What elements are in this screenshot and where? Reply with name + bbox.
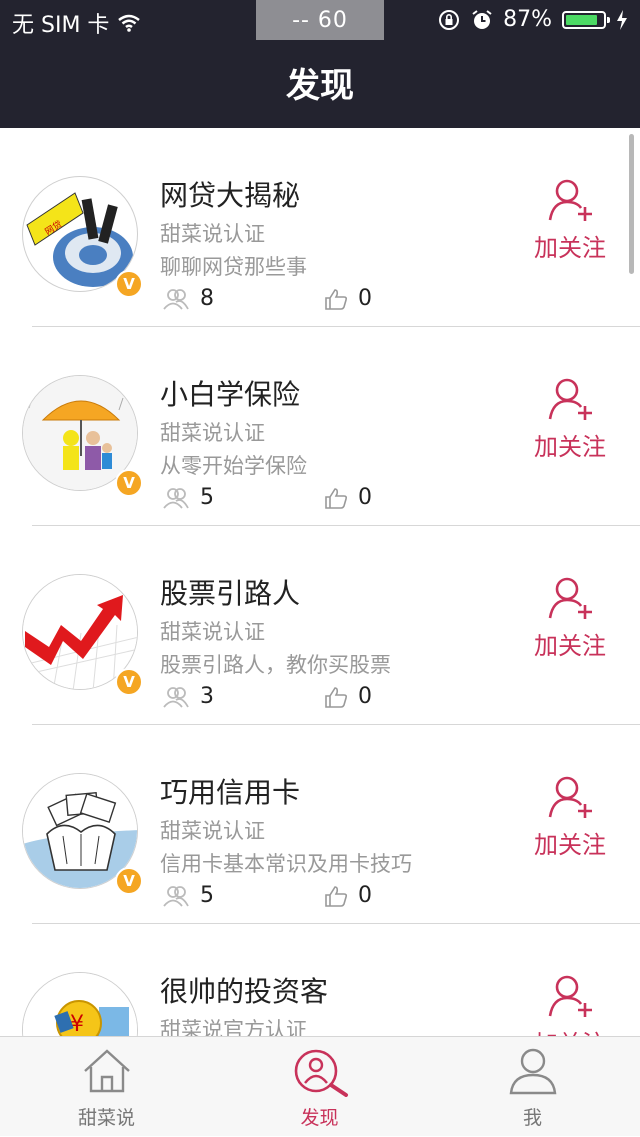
tab-label: 甜菜说: [77, 1107, 135, 1129]
follow-label: 加关注: [528, 1024, 612, 1036]
channel-certification: 甜菜说认证: [160, 421, 265, 445]
likes-value: 0: [358, 684, 372, 709]
fans-icon: [163, 487, 189, 509]
fans-count: 5: [162, 485, 214, 510]
status-left: 无 SIM 卡: [12, 7, 141, 39]
status-bar: 无 SIM 卡 -- 60 87%: [0, 0, 640, 40]
fans-icon: [163, 288, 189, 310]
verified-badge-icon: V: [115, 867, 143, 895]
add-user-icon: [548, 577, 592, 619]
thumbs-up-icon: [325, 885, 348, 907]
likes-count: 0: [324, 684, 372, 709]
status-center-indicator: -- 60: [256, 0, 384, 40]
add-user-icon: [548, 179, 592, 221]
add-user-icon: [548, 975, 592, 1017]
fans-value: 8: [200, 286, 214, 311]
fans-count: 3: [162, 684, 214, 709]
battery-percent: 87%: [503, 7, 552, 32]
follow-label: 加关注: [534, 433, 606, 461]
thumbs-up-icon: [325, 686, 348, 708]
channel-description: 聊聊网贷那些事: [160, 255, 307, 279]
channel-certification: 甜菜说认证: [160, 222, 265, 246]
channel-description: 从零开始学保险: [160, 454, 307, 478]
charging-bolt-icon: [617, 9, 627, 30]
follow-button[interactable]: 加关注: [528, 775, 612, 860]
thumbs-up-icon: [325, 288, 348, 310]
channel-certification: 甜菜说认证: [160, 819, 265, 843]
channel-description: 信用卡基本常识及用卡技巧: [160, 852, 412, 876]
channel-list[interactable]: 网贷 V 网贷大揭秘 甜菜说认证 聊聊网贷那些事 8 0 加关注 V 小白学保险…: [0, 128, 640, 1036]
battery-icon: [562, 10, 610, 29]
fans-value: 5: [200, 485, 214, 510]
navigation-bar: 发现: [0, 40, 640, 128]
channel-name[interactable]: 网贷大揭秘: [160, 174, 300, 214]
thumbs-up-icon: [325, 487, 348, 509]
fans-icon: [163, 885, 189, 907]
follow-button[interactable]: 加关注: [528, 178, 612, 263]
channel-description: 股票引路人，教你买股票: [160, 653, 391, 677]
channel-row[interactable]: V 股票引路人 甜菜说认证 股票引路人，教你买股票 3 0 加关注: [0, 526, 640, 725]
follow-label: 加关注: [534, 632, 606, 660]
fans-value: 3: [200, 684, 214, 709]
channel-name[interactable]: 小白学保险: [160, 373, 300, 413]
page-title: 发现: [286, 66, 354, 106]
verified-badge-icon: V: [115, 469, 143, 497]
profile-icon: [509, 1048, 556, 1095]
channel-row[interactable]: V 巧用信用卡 甜菜说认证 信用卡基本常识及用卡技巧 5 0 加关注: [0, 725, 640, 924]
likes-value: 0: [358, 883, 372, 908]
fans-value: 5: [200, 883, 214, 908]
verified-badge-icon: V: [115, 270, 143, 298]
alarm-icon: [472, 9, 492, 29]
likes-count: 0: [324, 883, 372, 908]
discover-icon: [294, 1049, 348, 1097]
likes-count: 0: [324, 485, 372, 510]
likes-value: 0: [358, 485, 372, 510]
channel-certification: 甜菜说认证: [160, 620, 265, 644]
channel-name[interactable]: 股票引路人: [160, 572, 300, 612]
channel-name[interactable]: 巧用信用卡: [160, 771, 300, 811]
home-icon: [83, 1049, 130, 1093]
follow-label: 加关注: [534, 831, 606, 859]
likes-value: 0: [358, 286, 372, 311]
tab-profile[interactable]: 我: [426, 1037, 639, 1137]
fans-count: 5: [162, 883, 214, 908]
tab-home[interactable]: 甜菜说: [0, 1037, 213, 1137]
tab-label: 发现: [300, 1107, 339, 1129]
tab-label: 我: [522, 1107, 542, 1129]
follow-button[interactable]: 加关注: [528, 576, 612, 661]
fans-count: 8: [162, 286, 214, 311]
tab-discover[interactable]: 发现: [213, 1037, 426, 1137]
coins-avatar[interactable]: ¥: [22, 972, 138, 1036]
add-user-icon: [548, 776, 592, 818]
fans-icon: [163, 686, 189, 708]
tab-bar: 甜菜说 发现 我: [0, 1036, 640, 1136]
wifi-icon: [118, 14, 141, 32]
verified-badge-icon: V: [115, 668, 143, 696]
channel-certification: 甜菜说官方认证: [160, 1018, 307, 1036]
follow-button[interactable]: 加关注: [528, 377, 612, 462]
rotation-lock-icon: [439, 9, 460, 30]
channel-row[interactable]: 网贷 V 网贷大揭秘 甜菜说认证 聊聊网贷那些事 8 0 加关注: [0, 128, 640, 327]
add-user-icon: [548, 378, 592, 420]
channel-row[interactable]: V 小白学保险 甜菜说认证 从零开始学保险 5 0 加关注: [0, 327, 640, 526]
carrier-text: 无 SIM 卡: [12, 13, 110, 38]
status-right: 87%: [437, 7, 628, 32]
follow-label: 加关注: [534, 234, 606, 262]
likes-count: 0: [324, 286, 372, 311]
channel-row[interactable]: ¥ 很帅的投资客 甜菜说官方认证 加关注: [0, 924, 640, 1036]
channel-name[interactable]: 很帅的投资客: [160, 970, 328, 1010]
follow-button[interactable]: 加关注: [528, 974, 612, 1036]
